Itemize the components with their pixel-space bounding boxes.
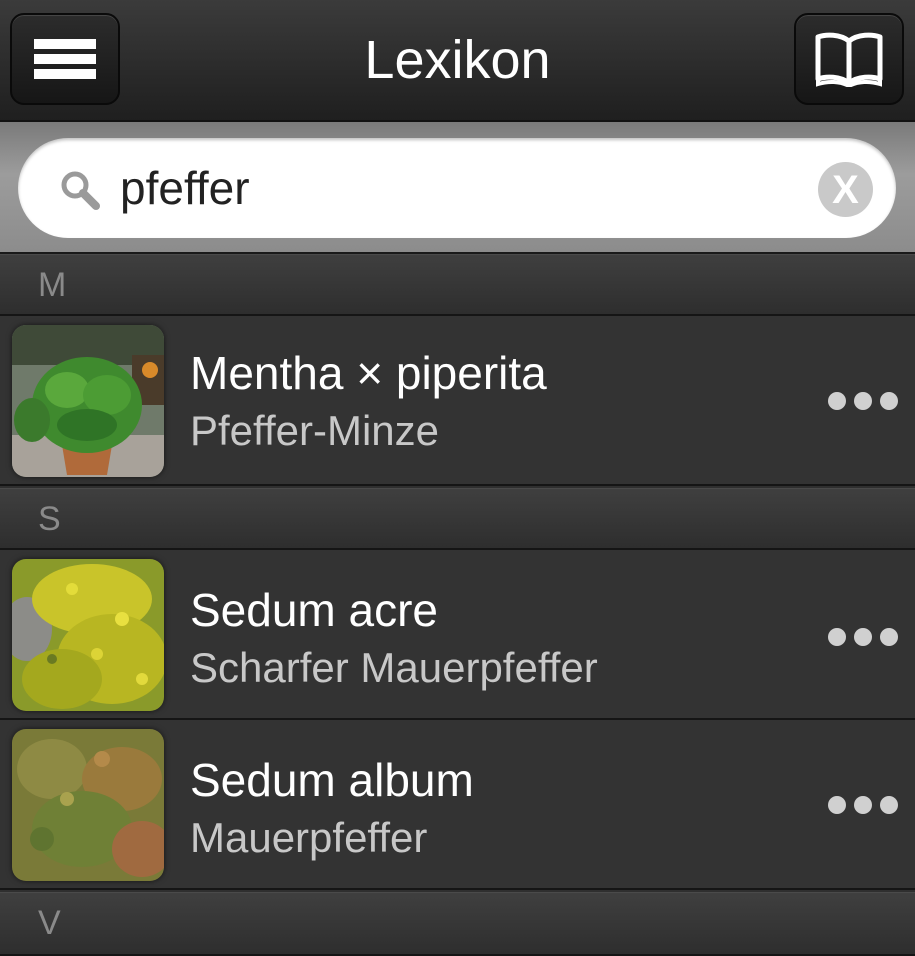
section-header-m: M [0, 254, 915, 316]
common-name: Pfeffer-Minze [190, 407, 439, 454]
section-header-v: V [0, 892, 915, 956]
list-item-sedum-album[interactable]: Sedum album Mauerpfeffer [0, 720, 915, 890]
plant-thumbnail [12, 729, 164, 881]
more-dots-icon[interactable] [828, 795, 898, 815]
search-input[interactable]: pfeffer X [18, 138, 896, 238]
section-header-s: S [0, 488, 915, 550]
lexikon-book-button[interactable] [794, 13, 904, 105]
latin-name: Mentha × piperita [190, 347, 547, 399]
latin-name: Sedum album [190, 754, 474, 806]
book-icon [815, 32, 883, 87]
latin-name: Sedum acre [190, 584, 439, 636]
plant-thumbnail [12, 325, 164, 477]
list-item-mentha-piperita[interactable]: Mentha × piperita Pfeffer-Minze [0, 316, 915, 486]
plant-thumbnail [12, 559, 164, 711]
common-name: Mauerpfeffer [190, 814, 428, 861]
page-title: Lexikon [364, 30, 551, 90]
clear-icon: X [832, 167, 859, 212]
search-query[interactable]: pfeffer [120, 160, 250, 216]
search-bar: pfeffer X [0, 122, 915, 254]
common-name: Scharfer Mauerpfeffer [190, 644, 598, 691]
more-dots-icon[interactable] [828, 391, 898, 411]
top-bar: Lexikon [0, 0, 915, 122]
search-icon [61, 171, 100, 210]
more-dots-icon[interactable] [828, 627, 898, 647]
list-item-sedum-acre[interactable]: Sedum acre Scharfer Mauerpfeffer [0, 550, 915, 720]
clear-search-button[interactable]: X [818, 162, 873, 217]
